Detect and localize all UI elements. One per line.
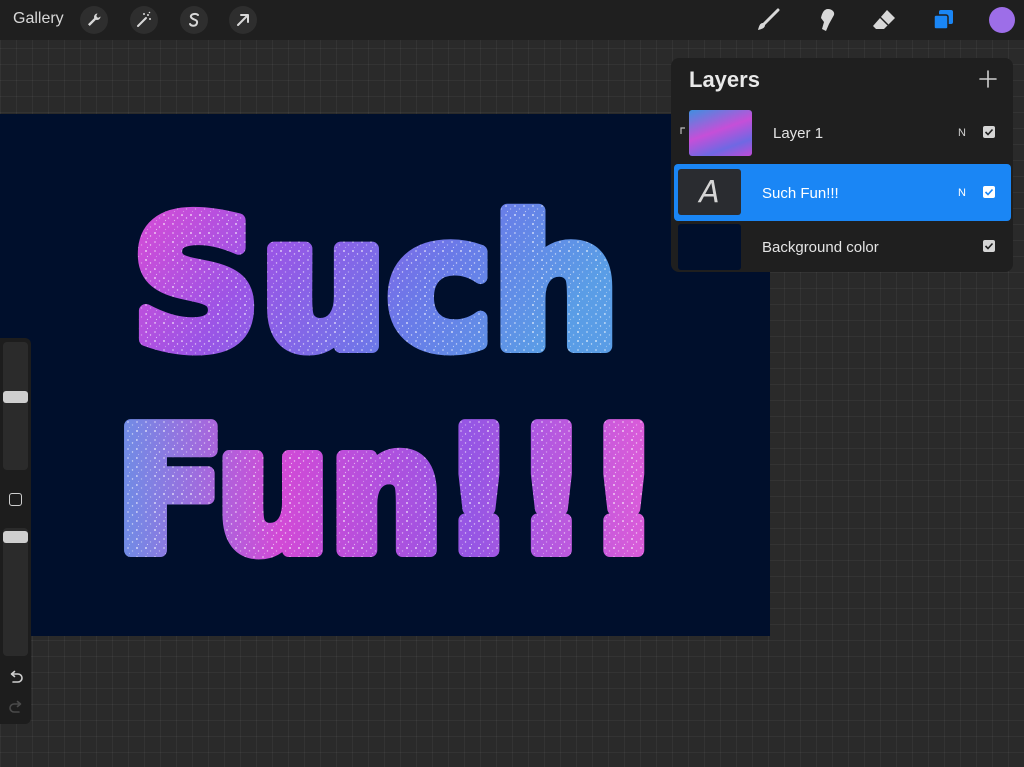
top-toolbar: Gallery [0, 0, 1024, 40]
selection-icon [189, 12, 199, 27]
undo-icon[interactable] [7, 668, 25, 686]
glitter-overlay: Fun!!! [116, 393, 660, 591]
adjustments-button[interactable] [130, 6, 158, 34]
layers-panel-title: Layers [689, 67, 760, 92]
layer-name: Background color [762, 239, 879, 256]
clipping-mask-icon [680, 127, 685, 134]
color-swatch-button[interactable] [989, 7, 1015, 33]
layers-button[interactable] [928, 5, 958, 35]
plus-icon[interactable] [976, 67, 1000, 91]
check-icon [984, 242, 994, 250]
opacity-slider[interactable] [3, 528, 28, 656]
brush-size-slider-thumb[interactable] [3, 391, 28, 403]
wrench-icon [88, 13, 101, 26]
selection-button[interactable] [180, 6, 208, 34]
layer-name: Such Fun!!! [762, 185, 839, 202]
opacity-slider-thumb[interactable] [3, 531, 28, 543]
layer-visibility-checkbox[interactable] [983, 186, 995, 198]
layer-thumbnail [689, 110, 752, 156]
check-icon [984, 128, 994, 136]
layers-panel: Layers Layer 1 N A Such Fun!!! N Backgro… [671, 58, 1013, 272]
text-layer-thumbnail: A [678, 169, 741, 215]
artwork: Such Such Fun!!! Fun!!! [109, 174, 667, 598]
brush-size-slider[interactable] [3, 342, 28, 470]
layer-row-background-color[interactable]: Background color [674, 219, 1011, 276]
layer-row-such-fun[interactable]: A Such Fun!!! N [674, 164, 1011, 221]
drawing-canvas[interactable]: Such Such Fun!!! Fun!!! [0, 114, 770, 636]
glitter-overlay: Such [132, 181, 619, 388]
brush-icon [758, 8, 780, 30]
actions-button[interactable] [80, 6, 108, 34]
blend-mode-button[interactable]: N [958, 187, 966, 199]
check-icon [984, 188, 994, 196]
layers-icon [933, 10, 953, 30]
blend-mode-button[interactable]: N [958, 127, 966, 139]
paint-tool-button[interactable] [753, 5, 783, 35]
transform-button[interactable] [229, 6, 257, 34]
smudge-tool-button[interactable] [811, 5, 841, 35]
eraser-tool-button[interactable] [869, 5, 899, 35]
layer-name: Layer 1 [773, 125, 824, 142]
layer-visibility-checkbox[interactable] [983, 240, 995, 252]
layer-visibility-checkbox[interactable] [983, 126, 995, 138]
gallery-button[interactable]: Gallery [13, 10, 64, 28]
redo-icon[interactable] [7, 698, 25, 716]
modify-button[interactable] [9, 493, 22, 506]
side-toolbar [0, 338, 31, 724]
transform-arrow-icon [237, 14, 249, 26]
magic-wand-icon [137, 11, 151, 27]
smudge-icon [821, 9, 835, 31]
eraser-icon [873, 10, 895, 29]
text-layer-glyph: A [699, 174, 720, 210]
layer-row-layer-1[interactable]: Layer 1 N [674, 105, 1011, 162]
background-color-thumbnail [678, 224, 741, 270]
